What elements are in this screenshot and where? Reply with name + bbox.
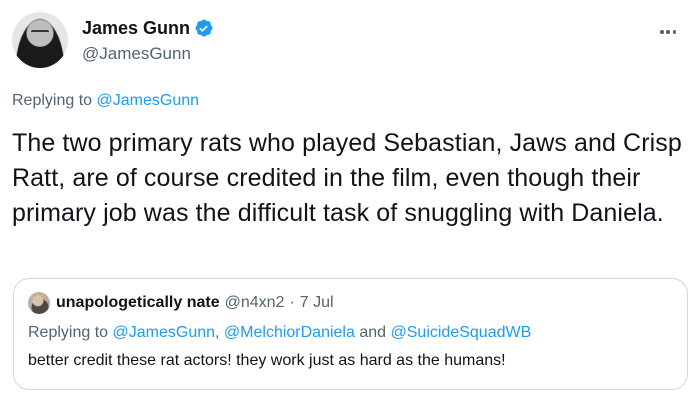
quoted-tweet[interactable]: unapologetically nate @n4xn2 · 7 Jul Rep… [13, 278, 688, 390]
avatar-glasses [31, 30, 49, 34]
quote-replying-comma: , [215, 324, 220, 341]
quote-replying-and: and [359, 324, 387, 341]
quote-text: better credit these rat actors! they wor… [28, 352, 506, 369]
dot [666, 30, 670, 34]
replying-to-line: Replying to @JamesGunn [12, 92, 199, 110]
quote-replying-user-2[interactable]: @MelchiorDaniela [224, 324, 355, 341]
quote-author-avatar[interactable] [28, 292, 50, 314]
author-name-row: James Gunn [82, 16, 214, 40]
tweet-header: James Gunn @JamesGunn [12, 12, 688, 72]
author-name-block: James Gunn @JamesGunn [82, 16, 214, 64]
quote-replying-prefix: Replying to [28, 324, 109, 341]
quote-separator: · [289, 294, 295, 311]
quote-replying-user-3[interactable]: @SuicideSquadWB [391, 324, 532, 341]
quote-replying-user-1[interactable]: @JamesGunn [113, 324, 216, 341]
tweet-text: The two primary rats who played Sebastia… [12, 129, 682, 227]
ellipsis-icon[interactable] [656, 20, 680, 44]
quote-author-name[interactable]: unapologetically nate [56, 294, 220, 312]
quote-date[interactable]: 7 Jul [300, 294, 334, 312]
dot [672, 30, 676, 34]
verified-badge-icon [195, 19, 213, 37]
dot [660, 30, 664, 34]
replying-prefix: Replying to [12, 92, 93, 109]
replying-to-link[interactable]: @JamesGunn [97, 92, 200, 109]
quote-author-handle: @n4xn2 [224, 294, 285, 311]
author-handle[interactable]: @JamesGunn [82, 44, 214, 64]
quote-replying-line: Replying to @JamesGunn, @MelchiorDaniela… [28, 324, 531, 342]
author-display-name[interactable]: James Gunn [82, 18, 190, 39]
quote-header: unapologetically nate @n4xn2 · 7 Jul [28, 292, 334, 314]
author-avatar[interactable] [12, 12, 68, 68]
